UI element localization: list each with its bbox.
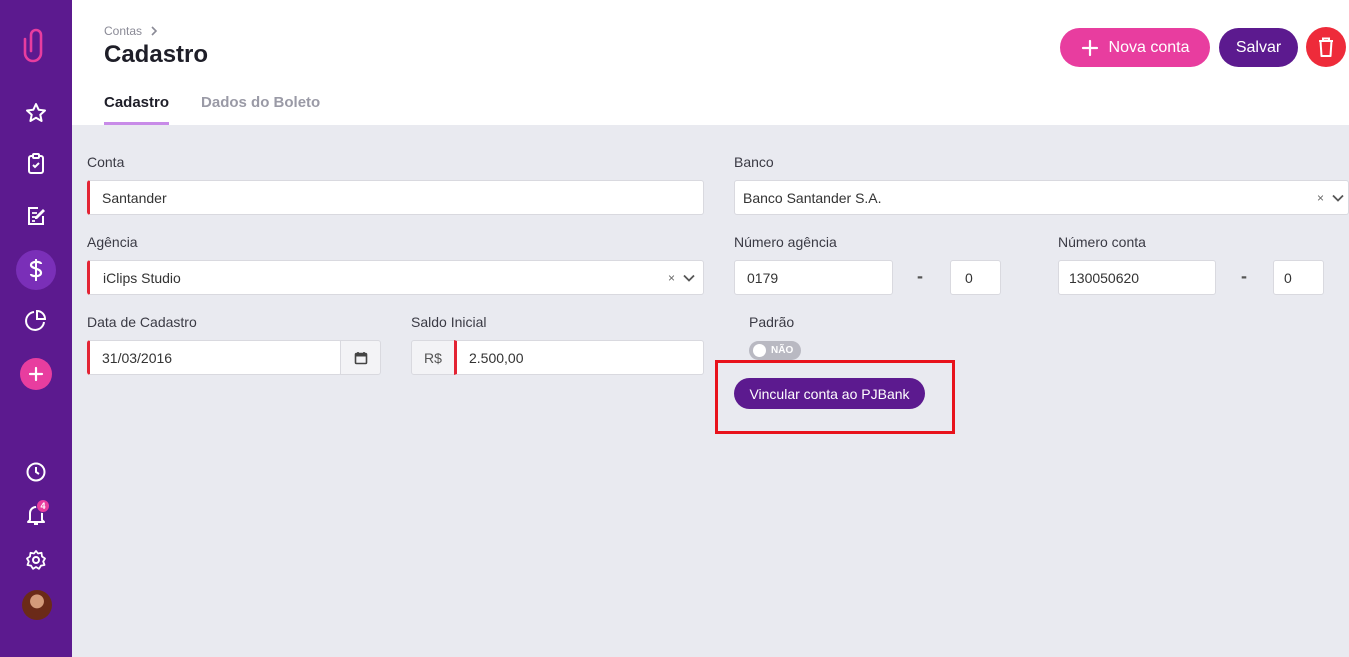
gear-icon[interactable] xyxy=(16,540,56,580)
chevron-down-icon[interactable] xyxy=(1332,194,1344,202)
breadcrumb-link[interactable]: Contas xyxy=(104,24,142,38)
chevron-down-icon[interactable] xyxy=(683,274,695,282)
avatar[interactable] xyxy=(22,590,52,620)
calendar-button[interactable] xyxy=(340,340,381,375)
data-cadastro-value: 31/03/2016 xyxy=(102,349,173,366)
bell-icon[interactable]: 4 xyxy=(16,495,56,535)
clear-icon[interactable]: × xyxy=(1317,191,1324,205)
star-icon[interactable] xyxy=(16,93,56,133)
agencia-value: iClips Studio xyxy=(103,269,181,286)
clipboard-icon[interactable] xyxy=(16,144,56,184)
tab-cadastro[interactable]: Cadastro xyxy=(104,94,170,125)
numero-conta-label: Número conta xyxy=(1058,234,1146,250)
plus-icon xyxy=(1081,39,1098,56)
paperclip-logo-icon[interactable] xyxy=(16,25,56,65)
notification-badge: 4 xyxy=(36,499,50,513)
delete-button[interactable] xyxy=(1306,27,1346,67)
agencia-digit-input[interactable]: 0 xyxy=(950,260,1001,295)
plus-icon[interactable] xyxy=(20,358,52,390)
save-button[interactable]: Salvar xyxy=(1219,28,1298,67)
banco-value: Banco Santander S.A. xyxy=(743,189,882,206)
agencia-separator: - xyxy=(917,266,923,286)
calendar-icon xyxy=(354,351,367,364)
breadcrumb: Contas xyxy=(104,24,158,38)
conta-separator: - xyxy=(1241,266,1247,286)
data-cadastro-label: Data de Cadastro xyxy=(87,314,197,330)
banco-label: Banco xyxy=(734,154,774,170)
saldo-inicial-input[interactable]: 2.500,00 xyxy=(454,340,704,375)
saldo-inicial-value: 2.500,00 xyxy=(469,349,524,366)
numero-conta-input[interactable]: 130050620 xyxy=(1058,260,1216,295)
pie-chart-icon[interactable] xyxy=(16,300,56,340)
numero-agencia-input[interactable]: 0179 xyxy=(734,260,893,295)
agencia-select[interactable]: iClips Studio × xyxy=(87,260,704,295)
conta-label: Conta xyxy=(87,154,125,170)
clock-icon[interactable] xyxy=(16,452,56,492)
saldo-inicial-label: Saldo Inicial xyxy=(411,314,487,330)
sidebar: 4 xyxy=(0,0,72,657)
clear-icon[interactable]: × xyxy=(668,271,675,285)
conta-digit-input[interactable]: 0 xyxy=(1273,260,1324,295)
tab-bar: Cadastro Dados do Boleto xyxy=(104,94,320,125)
new-account-label: Nova conta xyxy=(1108,38,1190,56)
conta-input[interactable]: Santander xyxy=(87,180,704,215)
padrao-label: Padrão xyxy=(749,314,795,330)
banco-select[interactable]: Banco Santander S.A. × xyxy=(734,180,1349,215)
page-header: Contas Cadastro Cadastro Dados do Boleto… xyxy=(72,0,1349,125)
currency-addon: R$ xyxy=(411,340,455,375)
conta-value: Santander xyxy=(102,189,167,206)
conta-digit-value: 0 xyxy=(1284,269,1292,286)
dollar-icon[interactable] xyxy=(16,250,56,290)
agencia-digit-value: 0 xyxy=(965,269,973,286)
numero-agencia-label: Número agência xyxy=(734,234,837,250)
tab-dados-do-boleto[interactable]: Dados do Boleto xyxy=(201,94,320,125)
chevron-right-icon xyxy=(151,26,158,36)
highlight-box xyxy=(715,360,955,434)
numero-conta-value: 130050620 xyxy=(1069,269,1140,286)
agencia-label: Agência xyxy=(87,234,138,250)
page-title: Cadastro xyxy=(104,41,209,68)
padrao-toggle[interactable]: NÃO xyxy=(749,341,801,360)
toggle-text: NÃO xyxy=(771,345,794,356)
data-cadastro-input[interactable]: 31/03/2016 xyxy=(87,340,342,375)
numero-agencia-value: 0179 xyxy=(747,269,779,286)
new-account-button[interactable]: Nova conta xyxy=(1060,28,1210,67)
trash-icon xyxy=(1319,37,1333,57)
toggle-knob xyxy=(753,344,766,357)
edit-icon[interactable] xyxy=(16,196,56,236)
